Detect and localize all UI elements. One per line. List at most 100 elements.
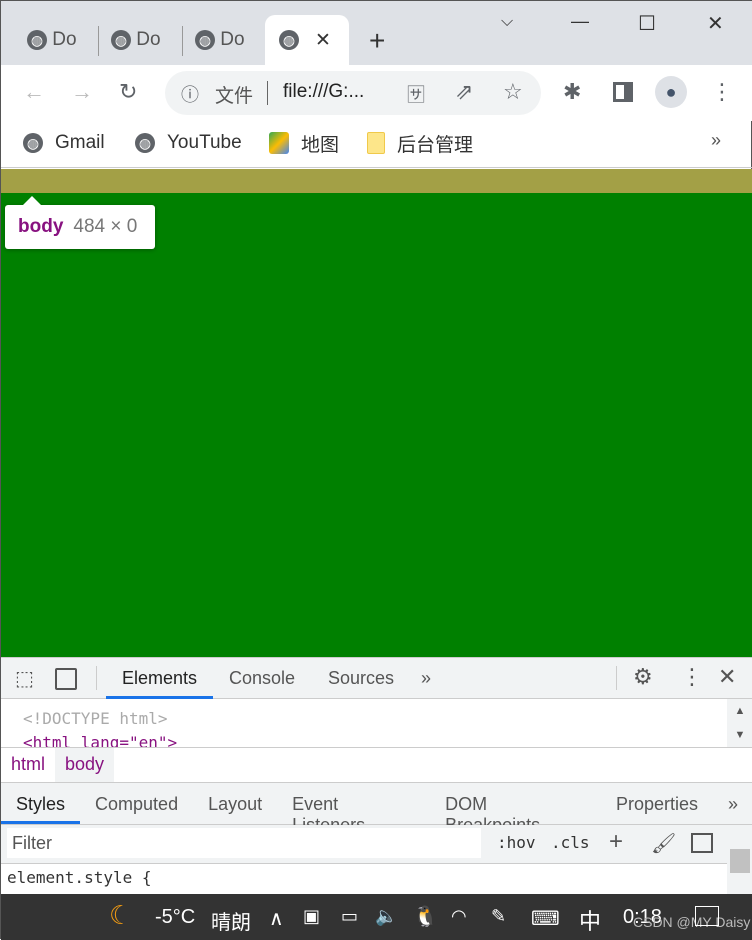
inspect-icon[interactable]: ⬚: [15, 666, 34, 691]
temperature[interactable]: -5°C: [155, 906, 195, 929]
cls-button[interactable]: .cls: [551, 833, 590, 852]
paint-brush-icon[interactable]: 🖌: [651, 831, 676, 856]
weather-text[interactable]: 晴朗: [211, 906, 251, 935]
back-button[interactable]: ←: [23, 79, 45, 105]
filter-row: Filter :hov .cls + 🖌: [1, 825, 727, 863]
element-tooltip: body 484 × 0: [5, 196, 155, 249]
watermark: CSDN @MY Daisy: [633, 914, 751, 930]
maximize-button[interactable]: ☐: [638, 11, 656, 36]
devtools-menu-icon[interactable]: ⋮: [681, 664, 703, 690]
new-rule-button[interactable]: +: [609, 828, 623, 856]
tab-layout[interactable]: Layout: [193, 783, 277, 824]
tab-close-icon[interactable]: ✕: [315, 29, 331, 52]
translate-icon[interactable]: 🈂: [407, 81, 425, 107]
minimize-button[interactable]: —: [571, 11, 589, 32]
bookmark-label: 后台管理: [397, 134, 474, 156]
breadcrumb-body[interactable]: body: [55, 748, 115, 782]
bookmark-label: YouTube: [167, 132, 242, 153]
breadcrumb-html[interactable]: html: [1, 748, 55, 782]
bookmark-folder[interactable]: 后台管理: [367, 123, 473, 163]
more-style-tabs-button[interactable]: »: [713, 783, 752, 824]
styles-tabs: Styles Computed Layout Event Listeners D…: [1, 783, 752, 835]
active-tab[interactable]: ◍ ✕: [265, 15, 349, 65]
tab[interactable]: ◍ Do: [27, 15, 77, 65]
globe-icon: ◍: [279, 30, 299, 50]
tab-title: Do: [52, 29, 77, 50]
star-icon[interactable]: ☆: [503, 79, 523, 105]
ime-indicator[interactable]: 中: [579, 904, 601, 936]
divider: [96, 666, 97, 690]
bookmark-label: Gmail: [55, 132, 105, 153]
pen-icon[interactable]: ✎: [491, 906, 506, 927]
new-tab-button[interactable]: +: [369, 25, 385, 57]
maps-icon: [269, 132, 289, 154]
tab-styles[interactable]: Styles: [1, 783, 81, 824]
globe-icon: ◍: [111, 30, 131, 50]
tab-sources[interactable]: Sources: [328, 658, 394, 699]
tab-console[interactable]: Console: [229, 658, 295, 699]
filter-input[interactable]: Filter: [7, 828, 481, 858]
bookmark-label: 地图: [301, 134, 340, 156]
globe-icon: ◍: [27, 30, 47, 50]
security-label: 文件: [215, 86, 254, 107]
wifi-icon[interactable]: ◠: [451, 906, 467, 927]
notifications-icon[interactable]: [695, 906, 719, 926]
close-window-button[interactable]: ✕: [707, 11, 724, 36]
tab-computed[interactable]: Computed: [80, 783, 193, 824]
tab-elements[interactable]: Elements: [106, 658, 213, 699]
element-style-rule[interactable]: element.style {: [1, 863, 727, 894]
globe-icon: ◍: [23, 133, 43, 153]
tooltip-tag: body: [18, 216, 64, 237]
divider: [1, 167, 752, 168]
tab[interactable]: ◍ Do: [195, 15, 245, 65]
volume-icon[interactable]: 🔈: [375, 906, 397, 927]
dom-tree: <!DOCTYPE html> <html lang="en">: [1, 699, 727, 747]
bookmark-maps[interactable]: 地图: [269, 123, 339, 163]
divider: [182, 26, 183, 56]
share-icon[interactable]: ⇗: [455, 79, 473, 105]
more-tabs-button[interactable]: »: [421, 658, 431, 699]
tab-title: Do: [136, 29, 161, 50]
close-devtools-icon[interactable]: ✕: [718, 664, 736, 690]
app-tray-icon[interactable]: ▣: [303, 906, 320, 927]
dom-scrollbar[interactable]: ▲ ▼: [727, 699, 752, 747]
devtools-toolbar: ⬚ Elements Console Sources » ⚙ ⋮ ✕: [1, 657, 752, 699]
moon-weather-icon: ☾: [109, 900, 133, 930]
show-hidden-icons[interactable]: ∧: [269, 906, 284, 931]
body-margin-highlight: [1, 169, 752, 193]
keyboard-icon[interactable]: ⌨: [531, 906, 560, 931]
globe-icon: ◍: [135, 133, 155, 153]
settings-gear-icon[interactable]: ⚙: [633, 664, 653, 690]
divider: [616, 666, 617, 690]
toggle-sidebar-icon[interactable]: [691, 833, 713, 853]
info-icon[interactable]: ⓘ: [181, 81, 199, 107]
tab-event-listeners[interactable]: Event Listeners: [277, 783, 430, 835]
side-panel-icon[interactable]: [613, 82, 633, 102]
device-toolbar-icon[interactable]: [55, 668, 77, 690]
divider: [267, 81, 268, 105]
tab-title: Do: [220, 29, 245, 50]
tab[interactable]: ◍ Do: [111, 15, 161, 65]
hov-button[interactable]: :hov: [497, 833, 536, 852]
tab-dom-breakpoints[interactable]: DOM Breakpoints: [430, 783, 601, 835]
forward-button[interactable]: →: [71, 79, 93, 105]
menu-icon[interactable]: ⋮: [711, 79, 733, 105]
doctype-node[interactable]: <!DOCTYPE html>: [23, 707, 705, 731]
bookmark-gmail[interactable]: ◍ Gmail: [23, 123, 105, 163]
tab-search-button[interactable]: ⌵: [501, 13, 513, 31]
extensions-icon[interactable]: ✱: [563, 79, 581, 105]
breadcrumb: html body: [1, 747, 752, 783]
tab-properties[interactable]: Properties: [601, 783, 713, 824]
url-text[interactable]: file:///G:...: [283, 81, 364, 103]
bookmark-youtube[interactable]: ◍ YouTube: [135, 123, 242, 163]
battery-icon[interactable]: ▭: [341, 906, 358, 927]
profile-avatar[interactable]: ●: [655, 76, 687, 108]
divider: [98, 26, 99, 56]
folder-icon: [367, 132, 385, 154]
qq-icon[interactable]: 🐧: [413, 904, 438, 929]
reload-button[interactable]: ↻: [119, 79, 137, 105]
styles-scrollbar[interactable]: [727, 825, 752, 894]
bookmarks-overflow-button[interactable]: »: [711, 130, 721, 151]
tooltip-size: 484 × 0: [73, 216, 138, 237]
html-node[interactable]: <html lang="en">: [23, 731, 705, 747]
